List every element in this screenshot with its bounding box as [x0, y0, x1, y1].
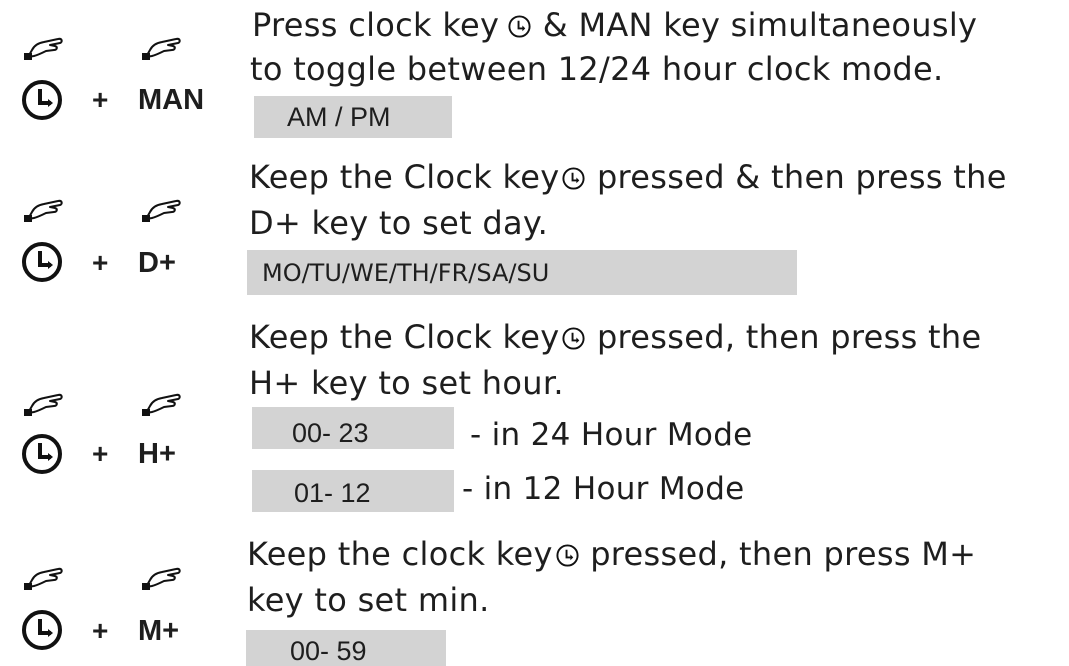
instruction-line: H+ key to set hour. [249, 364, 564, 402]
clock-key-icon [22, 80, 62, 120]
instruction-text: & MAN key simultaneously [532, 6, 978, 44]
finger-press-icon [142, 37, 181, 60]
finger-press-icon [24, 199, 63, 222]
finger-press-icon [24, 393, 63, 416]
clock-icon [508, 15, 531, 38]
instruction-text: Keep the Clock key [249, 158, 560, 196]
finger-press-icon [142, 199, 181, 222]
m-plus-key-label: M+ [138, 615, 180, 647]
clock-icon [556, 544, 579, 567]
instruction-line: to toggle between 12/24 hour clock mode. [250, 50, 944, 88]
finger-press-icon [142, 567, 181, 590]
instruction-line: Keep the Clock key pressed & then press … [249, 158, 1007, 196]
display-value: 00- 23 [292, 418, 369, 448]
clock-key-icon [22, 242, 62, 282]
clock-icon [562, 167, 586, 190]
d-plus-key-label: D+ [138, 247, 176, 279]
clock-key-icon [22, 434, 62, 474]
instruction-line: Keep the clock key pressed, then press M… [247, 535, 976, 573]
instruction-line: D+ key to set day. [249, 204, 549, 242]
instruction-line: Keep the Clock key pressed, then press t… [249, 318, 981, 356]
instruction-text: pressed, then press M+ [579, 535, 977, 573]
instruction-text: Keep the Clock key [249, 318, 560, 356]
display-value: 01- 12 [294, 478, 371, 508]
finger-press-icon [24, 37, 63, 60]
man-key-label: MAN [138, 84, 205, 116]
instruction-text: pressed & then press the [586, 158, 1007, 196]
instruction-text: Keep the clock key [247, 535, 553, 573]
instruction-line: Press clock key & MAN key simultaneously [252, 6, 977, 44]
plus-sign: + [92, 247, 109, 278]
h-plus-key-label: H+ [138, 438, 176, 470]
finger-press-icon [24, 567, 63, 590]
plus-sign: + [92, 615, 109, 646]
instruction-line: key to set min. [247, 581, 490, 619]
mode-note: - in 24 Hour Mode [470, 417, 753, 453]
clock-key-icon [22, 610, 62, 650]
finger-press-icon [142, 393, 181, 416]
display-value: MO/TU/WE/TH/FR/SA/SU [262, 259, 550, 287]
clock-icon [562, 327, 586, 350]
plus-sign: + [92, 84, 109, 115]
plus-sign: + [92, 438, 109, 469]
display-value: 00- 59 [290, 636, 367, 666]
instruction-text: Press clock key [252, 6, 500, 44]
mode-note: - in 12 Hour Mode [462, 471, 745, 507]
instruction-text: pressed, then press the [586, 318, 982, 356]
display-value: AM / PM [287, 102, 391, 132]
